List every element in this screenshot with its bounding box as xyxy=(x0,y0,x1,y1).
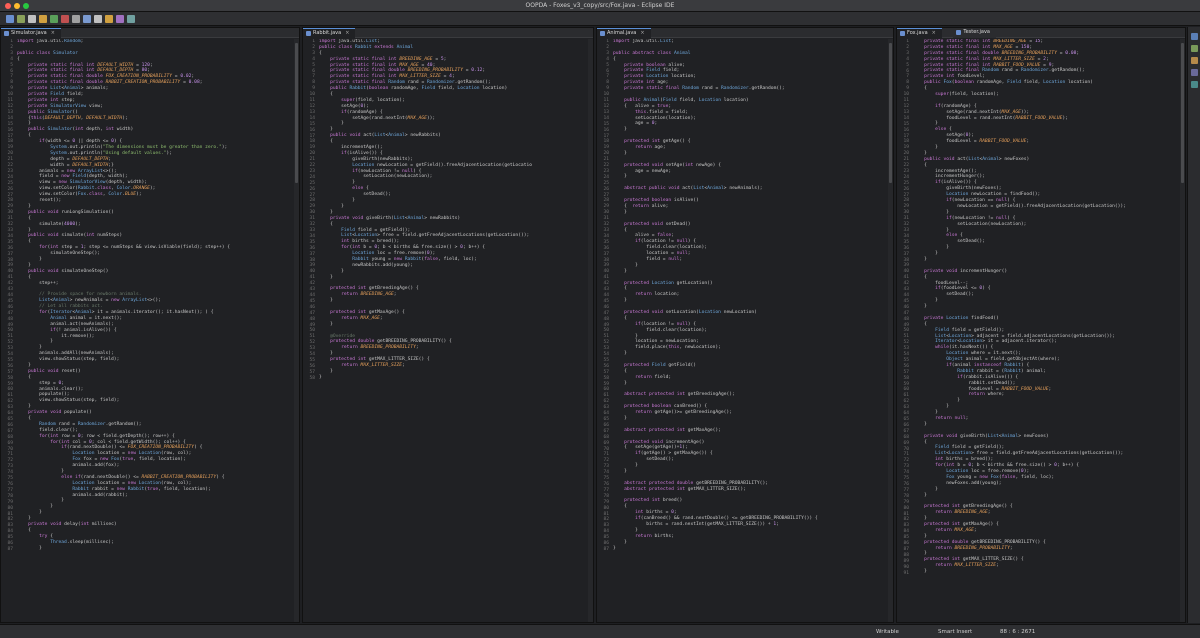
vertical-scrollbar[interactable] xyxy=(888,39,893,622)
print-icon[interactable] xyxy=(28,15,36,23)
search-icon[interactable] xyxy=(105,15,113,23)
code-area[interactable]: import java.util.List; public class Rabbi… xyxy=(319,39,587,622)
scrollbar-thumb[interactable] xyxy=(889,43,892,183)
editor-tab[interactable]: Tester.java xyxy=(953,28,996,38)
editor-tab[interactable]: Simulator.java × xyxy=(1,28,61,38)
writable-status: Writable xyxy=(876,629,899,635)
vertical-scrollbar[interactable] xyxy=(294,39,299,622)
vertical-scrollbar[interactable] xyxy=(1180,39,1185,622)
editor-tab[interactable]: Fox.java × xyxy=(897,28,942,38)
code-area[interactable]: private static final int BREEDING_AGE = … xyxy=(913,39,1179,622)
editor-tab-bar: Simulator.java × xyxy=(1,28,299,38)
editor-tab-bar: Fox.java × Tester.java xyxy=(897,28,1185,38)
code-line: } xyxy=(319,374,322,380)
forward-icon[interactable] xyxy=(127,15,135,23)
main-toolbar xyxy=(0,12,1200,26)
new-package-icon[interactable] xyxy=(83,15,91,23)
back-icon[interactable] xyxy=(116,15,124,23)
close-tab-icon[interactable]: × xyxy=(51,30,55,36)
right-view-toolbar xyxy=(1187,27,1200,623)
java-file-icon xyxy=(900,31,905,36)
java-file-icon xyxy=(306,31,311,36)
editor-simulator[interactable]: Simulator.java × 1 2 3 4 5 6 7 8 9 10 11 12 13 14 15 16 17… xyxy=(0,27,300,623)
java-file-icon xyxy=(956,30,962,35)
code-area[interactable]: import java.util.Random;​public class Si… xyxy=(17,39,293,622)
java-file-icon xyxy=(600,31,605,36)
close-tab-icon[interactable]: × xyxy=(932,30,936,36)
editor-tab[interactable]: Animal.java × xyxy=(597,28,651,38)
code-line: } xyxy=(913,569,927,575)
cursor-position-status: 88 : 6 : 2671 xyxy=(1000,629,1036,635)
run-icon[interactable] xyxy=(50,15,58,23)
save-icon[interactable] xyxy=(17,15,25,23)
close-tab-icon[interactable]: × xyxy=(345,30,349,36)
editor-animal[interactable]: Animal.java × 1 2 3 4 5 6 7 8 9 10 11 12 13 14 15 16 17 18 1… xyxy=(596,27,894,623)
status-bar: Writable Smart Insert 88 : 6 : 2671 xyxy=(0,624,1200,638)
code-area[interactable]: import java.util.List;​public abstract c… xyxy=(613,39,887,622)
editor-tab-label: Fox.java xyxy=(907,30,928,36)
open-type-icon[interactable] xyxy=(94,15,102,23)
editor-tab-bar: Rabbit.java × xyxy=(303,28,593,38)
new-file-icon[interactable] xyxy=(6,15,14,23)
window-title: OOPDA - Foxes_v3_copy/src/Fox.java - Ecl… xyxy=(525,2,675,9)
code-line: } xyxy=(17,545,42,551)
java-file-icon xyxy=(4,31,9,36)
editor-tab-label: Animal.java xyxy=(607,30,637,36)
code-line: } xyxy=(613,545,616,551)
build-icon[interactable] xyxy=(72,15,80,23)
problems-view-icon[interactable] xyxy=(1191,57,1198,64)
editor-tab[interactable]: Rabbit.java × xyxy=(303,28,356,38)
editor-tab-label: Rabbit.java xyxy=(313,30,342,36)
scrollbar-thumb[interactable] xyxy=(1181,43,1184,183)
outline-view-icon[interactable] xyxy=(1191,33,1198,40)
close-tab-icon[interactable]: × xyxy=(640,30,644,36)
scrollbar-thumb[interactable] xyxy=(295,43,298,183)
vertical-scrollbar[interactable] xyxy=(588,39,593,622)
editor-fox[interactable]: Fox.java × Tester.java 1 2 3 4 5 6 7 8 9 10 11 12 13 14 1… xyxy=(896,27,1186,623)
editor-tab-label: Tester.java xyxy=(963,29,990,35)
editor-tab-bar: Animal.java × xyxy=(597,28,893,38)
stop-icon[interactable] xyxy=(61,15,69,23)
insert-mode-status: Smart Insert xyxy=(938,629,973,635)
line-number-gutter: 1 2 3 4 5 6 7 8 9 10 11 12 13 14 15 16 17 18 19 20 21 22 23 24 2… xyxy=(597,39,611,622)
editor-rabbit[interactable]: Rabbit.java × 1 2 3 4 5 6 7 8 9 10 11 12 13 14 15 16 17 18 1… xyxy=(302,27,594,623)
line-number-gutter: 1 2 3 4 5 6 7 8 9 10 11 12 13 14 15 16 17 18 19 20 21 22 23 24 2… xyxy=(897,39,911,622)
debug-icon[interactable] xyxy=(39,15,47,23)
search-view-icon[interactable] xyxy=(1191,81,1198,88)
line-number-gutter: 1 2 3 4 5 6 7 8 9 10 11 12 13 14 15 16 17 18 19 20 21 22 23 24 2… xyxy=(1,39,15,622)
console-view-icon[interactable] xyxy=(1191,69,1198,76)
title-bar: OOPDA - Foxes_v3_copy/src/Fox.java - Ecl… xyxy=(0,0,1200,12)
line-number-gutter: 1 2 3 4 5 6 7 8 9 10 11 12 13 14 15 16 17 18 19 20 21 22 23 24 2… xyxy=(303,39,317,622)
task-list-icon[interactable] xyxy=(1191,45,1198,52)
editor-tab-label: Simulator.java xyxy=(11,30,47,36)
